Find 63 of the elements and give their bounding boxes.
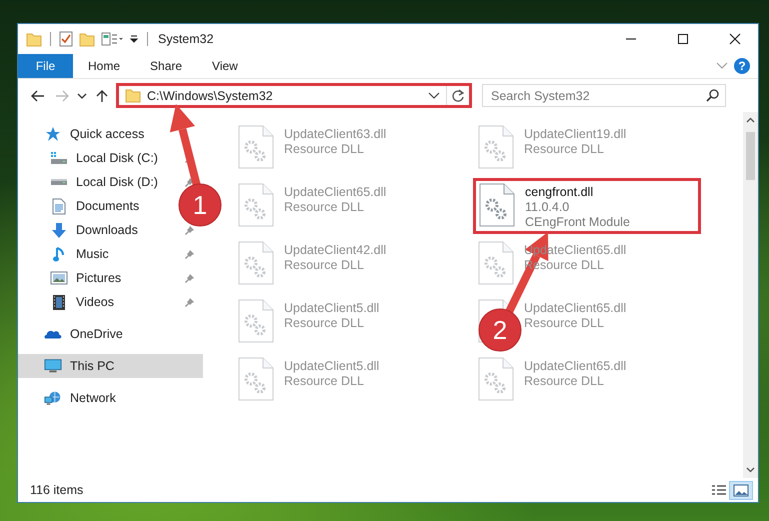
sidebar-item[interactable]: Music: [18, 242, 115, 266]
file-name[interactable]: cengfront.dll: [525, 185, 630, 199]
star-icon: [44, 126, 62, 142]
file-type: Resource DLL: [284, 200, 365, 214]
window-title: System32: [158, 32, 214, 46]
sidebar-item[interactable]: Network: [18, 386, 122, 410]
quick-access-item[interactable]: Quick access: [18, 122, 150, 146]
gear-file-icon: [238, 357, 274, 401]
sidebar-item[interactable]: OneDrive: [18, 322, 129, 346]
sidebar-item[interactable]: This PC: [18, 354, 203, 378]
file-type: Resource DLL: [524, 374, 605, 388]
search-field[interactable]: Search System32: [482, 84, 726, 107]
film-icon: [50, 294, 68, 310]
scrollbar[interactable]: [743, 112, 758, 478]
file-menu-button[interactable]: File: [18, 54, 73, 78]
drive-icon: [50, 178, 68, 186]
ribbon-tab[interactable]: View: [197, 54, 253, 78]
file-type: Resource DLL: [524, 142, 605, 156]
gear-file-icon: [479, 183, 515, 227]
document-icon: [50, 198, 68, 214]
sidebar-item[interactable]: Local Disk (C:): [18, 146, 164, 170]
folder-icon: [26, 32, 42, 46]
drive-icon: [50, 151, 68, 165]
scroll-thumb[interactable]: [746, 132, 755, 180]
gear-file-icon: [238, 241, 274, 285]
sidebar-item[interactable]: Local Disk (D:): [18, 170, 164, 194]
maximize-icon[interactable]: [677, 33, 689, 45]
file-version: 11.0.4.0: [525, 200, 570, 214]
network-icon: [44, 390, 62, 406]
ribbon-tab[interactable]: Share: [135, 54, 198, 78]
address-bar[interactable]: C:\Windows\System32: [116, 83, 472, 108]
help-button[interactable]: ?: [734, 58, 750, 74]
search-icon[interactable]: [706, 89, 719, 102]
sidebar-item[interactable]: Documents: [18, 194, 146, 218]
sidebar-item[interactable]: Videos: [18, 290, 120, 314]
sidebar-item[interactable]: Downloads: [18, 218, 144, 242]
item-count: 116 items: [30, 483, 84, 497]
folder-icon: [125, 88, 141, 103]
file-type: Resource DLL: [284, 142, 365, 156]
download-icon: [50, 222, 68, 238]
close-icon[interactable]: [729, 33, 741, 45]
file-type: Resource DLL: [284, 258, 365, 272]
file-type: Resource DLL: [284, 316, 365, 330]
gear-file-icon: [478, 125, 514, 169]
computer-icon: [44, 358, 62, 374]
large-icons-view-icon[interactable]: [730, 482, 752, 498]
step-badge: 2: [478, 308, 522, 352]
checklist-icon[interactable]: [59, 31, 73, 47]
file-type: Resource DLL: [524, 316, 605, 330]
sidebar-item[interactable]: Pictures: [18, 266, 128, 290]
gear-file-icon: [238, 183, 274, 227]
properties-icon[interactable]: [101, 32, 123, 46]
gear-file-icon: [478, 241, 514, 285]
file-type: CEngFront Module: [525, 215, 630, 229]
ribbon-tab[interactable]: Home: [73, 54, 136, 78]
gear-file-icon: [478, 357, 514, 401]
customize-caret-icon[interactable]: [129, 34, 139, 44]
gear-file-icon: [238, 125, 274, 169]
cloud-icon: [44, 328, 62, 340]
file-type: Resource DLL: [284, 374, 365, 388]
step-badge: 1: [178, 184, 222, 226]
picture-icon: [50, 271, 68, 285]
gear-file-icon: [238, 299, 274, 343]
